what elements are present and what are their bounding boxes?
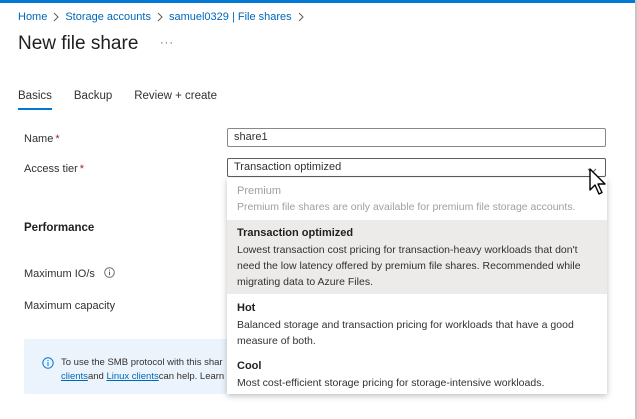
option-description: Lowest transaction cost pricing for tran… xyxy=(237,244,581,288)
tab-bar: Basics Backup Review + create xyxy=(18,90,239,110)
required-marker: * xyxy=(79,163,85,175)
windows-clients-link[interactable]: clients xyxy=(61,371,88,382)
tab-basics[interactable]: Basics xyxy=(18,90,52,110)
performance-section-title: Performance xyxy=(24,222,95,234)
max-capacity-label: Maximum capacity xyxy=(24,300,116,312)
chevron-right-icon xyxy=(298,12,304,22)
breadcrumb-storage-accounts[interactable]: Storage accounts xyxy=(65,11,151,23)
required-marker: * xyxy=(55,133,60,145)
option-description: Balanced storage and transaction pricing… xyxy=(237,319,574,347)
max-io-label: Maximum IO/s xyxy=(24,267,115,281)
more-options-button[interactable]: ··· xyxy=(160,37,174,49)
chevron-right-icon xyxy=(53,12,60,22)
option-title: Transaction optimized xyxy=(237,227,354,239)
linux-clients-link[interactable]: Linux clients xyxy=(106,371,158,382)
option-title: Cool xyxy=(237,360,262,372)
access-tier-label: Access tier * xyxy=(24,163,85,175)
option-title: Premium xyxy=(237,185,282,197)
info-icon[interactable] xyxy=(104,267,115,281)
info-icon xyxy=(42,357,54,372)
info-banner-text: To use the SMB protocol with this shar xyxy=(61,357,223,368)
breadcrumb-home[interactable]: Home xyxy=(18,11,47,23)
breadcrumb-file-shares[interactable]: samuel0329 | File shares xyxy=(169,11,292,23)
page-title: New file share xyxy=(18,33,139,54)
name-input[interactable]: share1 xyxy=(227,128,606,147)
option-hot[interactable]: Hot Balanced storage and transaction pri… xyxy=(227,294,607,352)
option-cool[interactable]: Cool Most cost-efficient storage pricing… xyxy=(227,352,607,394)
info-banner-links: clientsand Linux clientscan help. Learn xyxy=(61,371,225,382)
tab-backup[interactable]: Backup xyxy=(74,90,112,110)
access-tier-value: Transaction optimized xyxy=(234,161,342,173)
option-description: Premium file shares are only available f… xyxy=(237,201,576,213)
portal-top-accent-bar xyxy=(0,0,637,3)
option-transaction-optimized[interactable]: Transaction optimized Lowest transaction… xyxy=(227,220,607,294)
name-label: Name * xyxy=(24,133,60,145)
mouse-cursor-icon xyxy=(589,168,607,199)
access-tier-select[interactable]: Transaction optimized xyxy=(227,158,606,177)
option-title: Hot xyxy=(237,302,256,314)
access-tier-dropdown-list: Premium Premium file shares are only ava… xyxy=(227,178,607,394)
chevron-right-icon xyxy=(157,12,163,22)
breadcrumb: Home Storage accounts samuel0329 | File … xyxy=(18,11,310,23)
option-description: Most cost-efficient storage pricing for … xyxy=(237,377,545,389)
tab-review-create[interactable]: Review + create xyxy=(134,90,217,110)
option-premium: Premium Premium file shares are only ava… xyxy=(227,178,607,220)
